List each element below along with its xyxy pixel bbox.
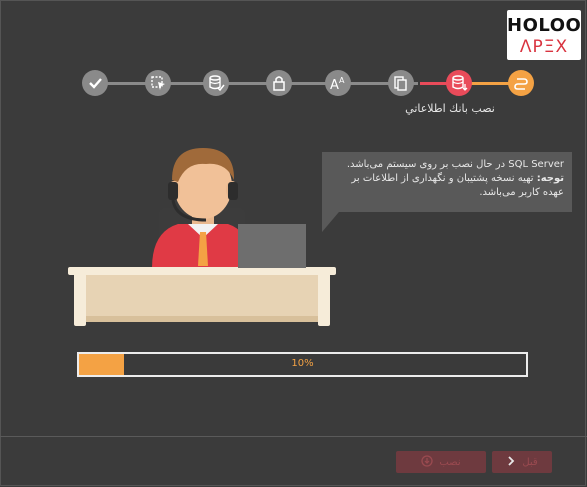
step-select-pointer-icon xyxy=(145,70,171,96)
svg-text:A: A xyxy=(330,78,339,93)
step-database-check-icon xyxy=(203,70,229,96)
headset-right-shape xyxy=(228,182,238,200)
support-agent-illustration xyxy=(68,148,336,326)
status-note-text: تهیه نسخه پشتیبان و نگهداری از اطلاعات ب… xyxy=(351,173,564,198)
install-button[interactable]: نصب xyxy=(396,451,486,473)
progress-label: 10% xyxy=(291,358,314,369)
step-font-size-icon: AA xyxy=(325,70,351,96)
install-stepper: AA نصب بانك اطلاعاتي xyxy=(0,0,587,115)
footer-divider xyxy=(0,436,587,437)
current-step-label: نصب بانك اطلاعاتي xyxy=(405,102,495,115)
step-check-icon xyxy=(82,70,108,96)
desk-body-shape xyxy=(78,275,326,317)
status-message-bubble: SQL Server در حال نصب بر روی سیستم می‌با… xyxy=(322,152,572,212)
svg-text:A: A xyxy=(339,76,345,85)
laptop-shape xyxy=(238,224,306,268)
desk-base-shape xyxy=(78,316,326,322)
previous-button[interactable]: قبل xyxy=(492,451,552,473)
install-progress-bar: 10% xyxy=(77,352,528,377)
status-note: توجه: تهیه نسخه پشتیبان و نگهداری از اطل… xyxy=(330,172,564,200)
previous-button-label: قبل xyxy=(522,456,538,468)
desk-top-shape xyxy=(68,267,336,275)
desk-leg-left-shape xyxy=(74,270,86,326)
step-database-install-icon xyxy=(446,70,472,96)
step-document-copy-icon xyxy=(388,70,414,96)
step-lock-icon xyxy=(266,70,292,96)
status-message-line: SQL Server در حال نصب بر روی سیستم می‌با… xyxy=(346,159,564,170)
headset-left-shape xyxy=(168,182,178,200)
stepper-line-active xyxy=(470,82,510,85)
chevron-right-icon xyxy=(506,455,516,470)
install-button-label: نصب xyxy=(439,456,461,468)
download-circle-icon xyxy=(421,454,434,470)
status-note-label: توجه: xyxy=(536,173,564,184)
desk-leg-right-shape xyxy=(318,270,330,326)
step-link-icon xyxy=(508,70,534,96)
